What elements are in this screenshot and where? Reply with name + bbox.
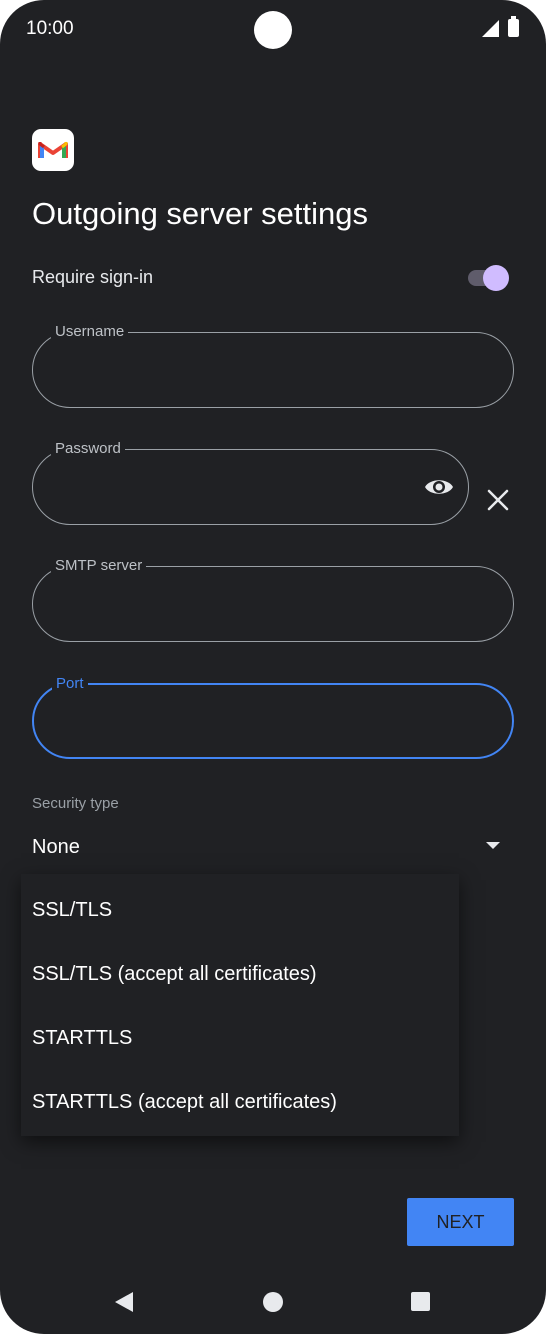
smtp-server-field[interactable]: SMTP server (32, 556, 514, 642)
next-button[interactable]: NEXT (407, 1198, 514, 1246)
recent-apps-icon[interactable] (411, 1292, 430, 1311)
caret-down-icon[interactable] (486, 842, 500, 849)
status-time: 10:00 (26, 18, 74, 39)
close-icon[interactable] (486, 488, 510, 512)
security-option-ssl-tls[interactable]: SSL/TLS (32, 899, 112, 922)
port-input[interactable] (54, 705, 456, 741)
security-type-select[interactable]: None (32, 836, 80, 859)
eye-icon[interactable] (424, 476, 454, 498)
smtp-server-label: SMTP server (51, 556, 147, 576)
require-signin-label: Require sign-in (32, 267, 154, 287)
signal-icon (482, 20, 499, 37)
security-option-ssl-tls-all-certs[interactable]: SSL/TLS (accept all certificates) (32, 963, 317, 986)
camera-cutout (254, 11, 292, 49)
password-field[interactable]: Password (32, 439, 469, 525)
switch-thumb (483, 265, 509, 291)
password-input[interactable] (53, 470, 412, 506)
username-label: Username (51, 322, 129, 342)
security-type-label: Security type (32, 795, 119, 812)
back-icon[interactable] (115, 1292, 133, 1312)
security-option-starttls-all-certs[interactable]: STARTTLS (accept all certificates) (32, 1091, 337, 1114)
port-field[interactable]: Port (32, 674, 514, 759)
page-title: Outgoing server settings (32, 196, 369, 231)
phone-screen: 10:00 Outgoing server settings Require s… (0, 0, 546, 1334)
username-input[interactable] (53, 353, 457, 389)
security-option-starttls[interactable]: STARTTLS (32, 1027, 132, 1050)
home-icon[interactable] (263, 1292, 283, 1312)
security-type-dropdown: SSL/TLS SSL/TLS (accept all certificates… (21, 874, 459, 1136)
gmail-icon (32, 129, 74, 171)
battery-icon (508, 16, 519, 37)
username-field[interactable]: Username (32, 322, 514, 408)
password-label: Password (51, 439, 125, 459)
require-signin-switch[interactable] (468, 265, 509, 291)
port-label: Port (52, 674, 88, 694)
smtp-server-input[interactable] (53, 587, 457, 623)
